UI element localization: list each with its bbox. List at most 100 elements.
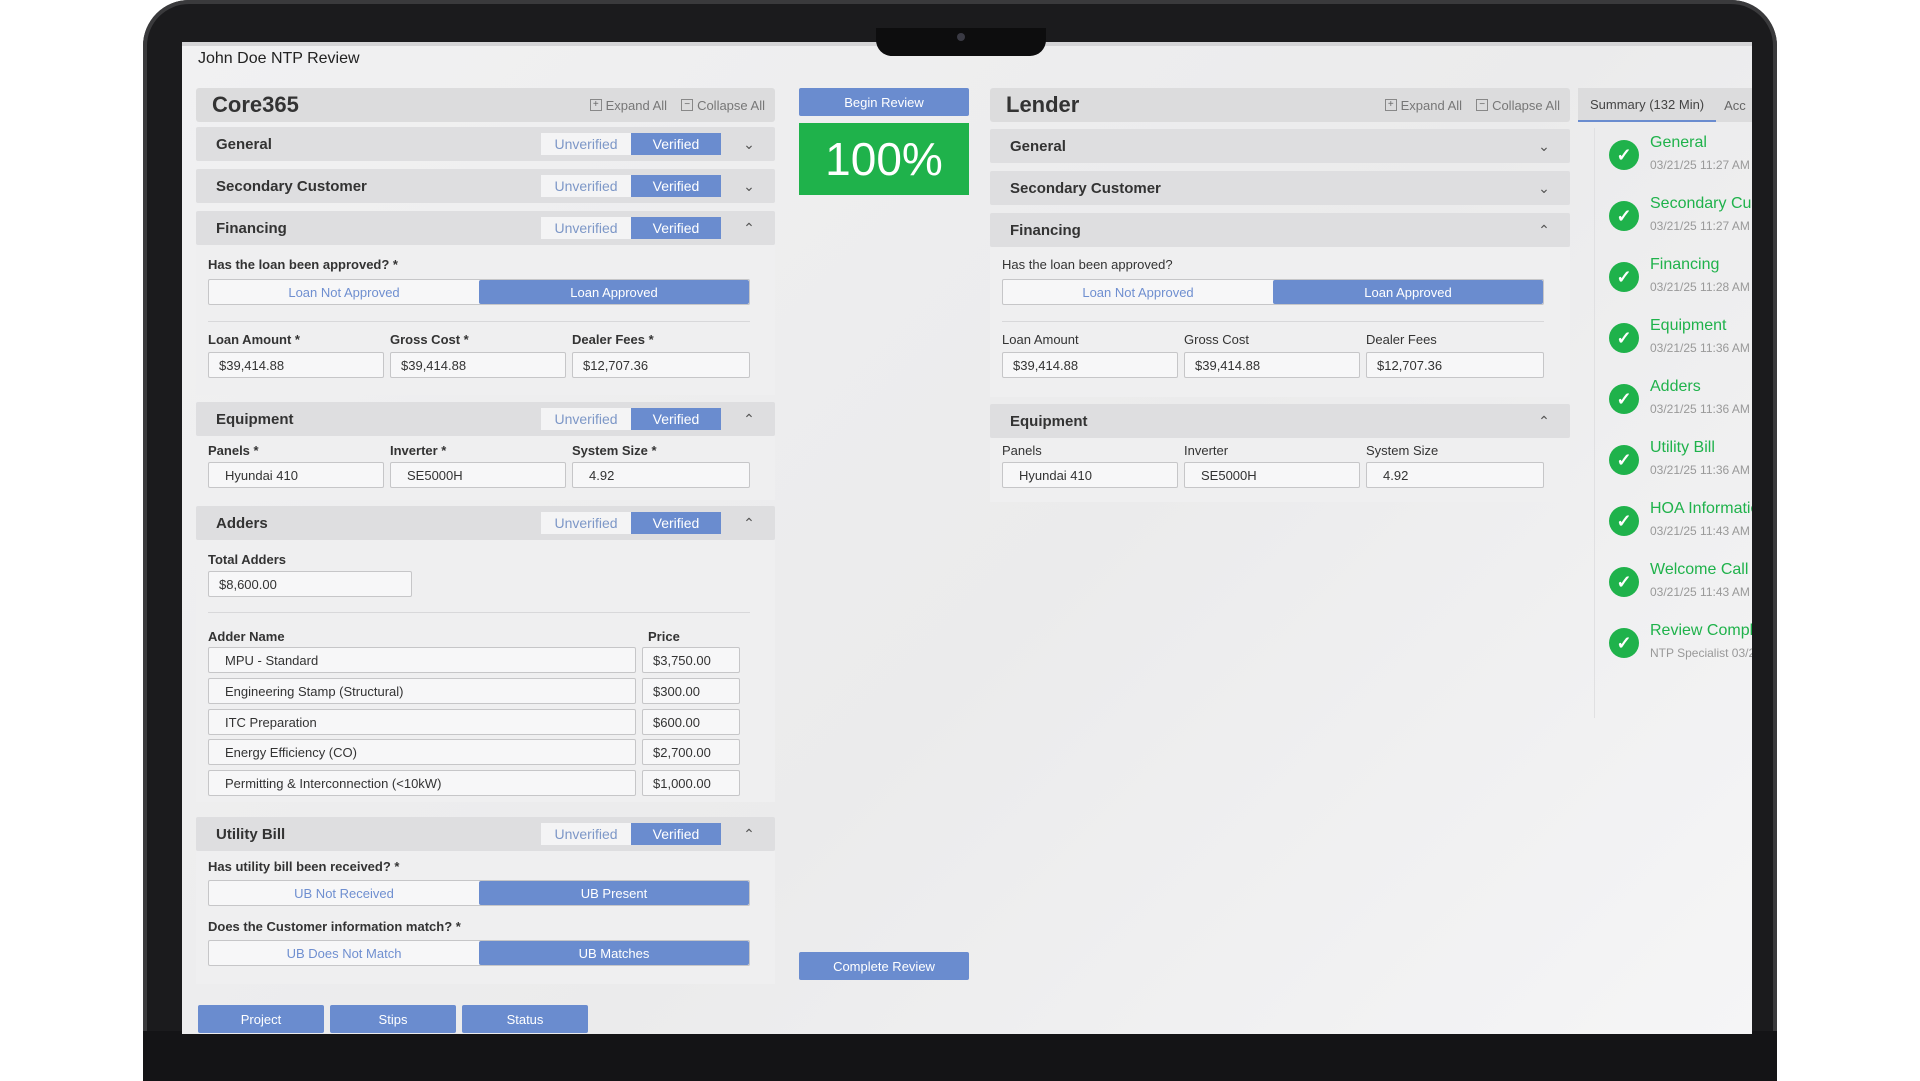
unverified-option[interactable]: Unverified xyxy=(541,133,631,155)
loan-approved-option[interactable]: Loan Approved xyxy=(479,280,749,304)
core-section-financing[interactable]: Financing Unverified Verified ⌃ xyxy=(196,211,775,245)
adder-price-cell[interactable]: $3,750.00 xyxy=(642,647,740,673)
adder-name-cell[interactable]: ITC Preparation xyxy=(208,709,636,735)
tab-activity[interactable]: Acc xyxy=(1716,98,1752,113)
chevron-down-icon[interactable]: ⌄ xyxy=(737,136,761,153)
ub-received-toggle[interactable]: UB Not Received UB Present xyxy=(208,880,750,906)
summary-item[interactable]: ✓ Utility Bill 03/21/25 11:36 AM xyxy=(1609,433,1752,489)
adder-price-cell[interactable]: $2,700.00 xyxy=(642,739,740,765)
chevron-up-icon[interactable]: ⌃ xyxy=(1532,413,1556,430)
verified-option[interactable]: Verified xyxy=(631,175,721,197)
chevron-up-icon[interactable]: ⌃ xyxy=(737,411,761,428)
inverter-field[interactable]: SE5000H xyxy=(1184,462,1360,488)
summary-item[interactable]: ✓ Review Complete NTP Specialist 03/21/2… xyxy=(1609,616,1752,672)
chevron-up-icon[interactable]: ⌃ xyxy=(737,220,761,237)
ub-not-received-option[interactable]: UB Not Received xyxy=(209,881,479,905)
lender-section-general[interactable]: General ⌄ xyxy=(990,129,1570,163)
summary-item[interactable]: ✓ Equipment 03/21/25 11:36 AM xyxy=(1609,311,1752,367)
adder-name-cell[interactable]: Engineering Stamp (Structural) xyxy=(208,678,636,704)
core-expand-all-button[interactable]: + Expand All xyxy=(589,98,667,113)
verified-option[interactable]: Verified xyxy=(631,823,721,845)
ub-matches-option[interactable]: UB Matches xyxy=(479,941,749,965)
verify-toggle[interactable]: Unverified Verified xyxy=(541,823,721,845)
lender-section-financing[interactable]: Financing ⌃ xyxy=(990,213,1570,247)
lender-panel-title: Lender xyxy=(1006,92,1080,117)
gross-cost-field[interactable]: $39,414.88 xyxy=(390,352,566,378)
unverified-option[interactable]: Unverified xyxy=(541,175,631,197)
lender-section-equipment[interactable]: Equipment ⌃ xyxy=(990,404,1570,438)
loan-approved-option[interactable]: Loan Approved xyxy=(1273,280,1543,304)
core-section-equipment[interactable]: Equipment Unverified Verified ⌃ xyxy=(196,402,775,436)
section-title: Adders xyxy=(216,514,268,532)
ub-does-not-match-option[interactable]: UB Does Not Match xyxy=(209,941,479,965)
complete-review-button[interactable]: Complete Review xyxy=(799,952,969,980)
app-screen: John Doe NTP Review Core365 + Expand All … xyxy=(182,42,1752,1034)
adder-name-cell[interactable]: MPU - Standard xyxy=(208,647,636,673)
lender-section-secondary-customer[interactable]: Secondary Customer ⌄ xyxy=(990,171,1570,205)
unverified-option[interactable]: Unverified xyxy=(541,823,631,845)
adder-price-cell[interactable]: $300.00 xyxy=(642,678,740,704)
summary-item[interactable]: ✓ General 03/21/25 11:27 AM xyxy=(1609,128,1752,184)
core-collapse-all-button[interactable]: − Collapse All xyxy=(681,98,765,113)
chevron-up-icon[interactable]: ⌃ xyxy=(1532,222,1556,239)
panels-field[interactable]: Hyundai 410 xyxy=(208,462,384,488)
chevron-up-icon[interactable]: ⌃ xyxy=(737,826,761,843)
summary-item[interactable]: ✓ Secondary Customer 03/21/25 11:27 AM xyxy=(1609,189,1752,245)
system-size-field[interactable]: 4.92 xyxy=(572,462,750,488)
core-section-adders[interactable]: Adders Unverified Verified ⌃ xyxy=(196,506,775,540)
chevron-up-icon[interactable]: ⌃ xyxy=(737,515,761,532)
summary-item[interactable]: ✓ Adders 03/21/25 11:36 AM xyxy=(1609,372,1752,428)
collapse-all-label: Collapse All xyxy=(697,97,765,113)
system-size-field[interactable]: 4.92 xyxy=(1366,462,1544,488)
core-section-secondary-customer[interactable]: Secondary Customer Unverified Verified ⌄ xyxy=(196,169,775,203)
adder-name-cell[interactable]: Permitting & Interconnection (<10kW) xyxy=(208,770,636,796)
verified-option[interactable]: Verified xyxy=(631,512,721,534)
loan-not-approved-option[interactable]: Loan Not Approved xyxy=(209,280,479,304)
dealer-fees-field[interactable]: $12,707.36 xyxy=(1366,352,1544,378)
stips-button[interactable]: Stips xyxy=(330,1005,456,1033)
total-adders-label: Total Adders xyxy=(208,552,287,567)
loan-not-approved-option[interactable]: Loan Not Approved xyxy=(1003,280,1273,304)
loan-approval-toggle[interactable]: Loan Not Approved Loan Approved xyxy=(208,279,750,305)
lender-expand-all-button[interactable]: + Expand All xyxy=(1384,98,1462,113)
summary-item[interactable]: ✓ Welcome Call 03/21/25 11:43 AM xyxy=(1609,555,1752,611)
lender-collapse-all-button[interactable]: − Collapse All xyxy=(1476,98,1560,113)
adder-price-cell[interactable]: $600.00 xyxy=(642,709,740,735)
begin-review-button[interactable]: Begin Review xyxy=(799,88,969,116)
adder-name-cell[interactable]: Energy Efficiency (CO) xyxy=(208,739,636,765)
unverified-option[interactable]: Unverified xyxy=(541,217,631,239)
panels-field[interactable]: Hyundai 410 xyxy=(1002,462,1178,488)
verified-option[interactable]: Verified xyxy=(631,133,721,155)
summary-item[interactable]: ✓ Financing 03/21/25 11:28 AM xyxy=(1609,250,1752,306)
unverified-option[interactable]: Unverified xyxy=(541,408,631,430)
total-adders-field[interactable]: $8,600.00 xyxy=(208,571,412,597)
inverter-label: Inverter * xyxy=(390,443,447,458)
verified-option[interactable]: Verified xyxy=(631,408,721,430)
check-circle-icon: ✓ xyxy=(1609,201,1639,231)
project-button[interactable]: Project xyxy=(198,1005,324,1033)
chevron-down-icon[interactable]: ⌄ xyxy=(1532,180,1556,197)
tab-summary[interactable]: Summary (132 Min) xyxy=(1578,88,1717,122)
verify-toggle[interactable]: Unverified Verified xyxy=(541,217,721,239)
loan-amount-field[interactable]: $39,414.88 xyxy=(1002,352,1178,378)
customer-match-toggle[interactable]: UB Does Not Match UB Matches xyxy=(208,940,750,966)
status-button[interactable]: Status xyxy=(462,1005,588,1033)
verify-toggle[interactable]: Unverified Verified xyxy=(541,133,721,155)
unverified-option[interactable]: Unverified xyxy=(541,512,631,534)
ub-present-option[interactable]: UB Present xyxy=(479,881,749,905)
loan-amount-field[interactable]: $39,414.88 xyxy=(208,352,384,378)
core-section-general[interactable]: General Unverified Verified ⌄ xyxy=(196,127,775,161)
inverter-field[interactable]: SE5000H xyxy=(390,462,566,488)
core-section-utility-bill[interactable]: Utility Bill Unverified Verified ⌃ xyxy=(196,817,775,851)
verify-toggle[interactable]: Unverified Verified xyxy=(541,512,721,534)
loan-approval-toggle[interactable]: Loan Not Approved Loan Approved xyxy=(1002,279,1544,305)
verify-toggle[interactable]: Unverified Verified xyxy=(541,408,721,430)
verify-toggle[interactable]: Unverified Verified xyxy=(541,175,721,197)
gross-cost-field[interactable]: $39,414.88 xyxy=(1184,352,1360,378)
summary-item[interactable]: ✓ HOA Information 03/21/25 11:43 AM xyxy=(1609,494,1752,550)
verified-option[interactable]: Verified xyxy=(631,217,721,239)
adder-price-cell[interactable]: $1,000.00 xyxy=(642,770,740,796)
chevron-down-icon[interactable]: ⌄ xyxy=(1532,138,1556,155)
dealer-fees-field[interactable]: $12,707.36 xyxy=(572,352,750,378)
chevron-down-icon[interactable]: ⌄ xyxy=(737,178,761,195)
